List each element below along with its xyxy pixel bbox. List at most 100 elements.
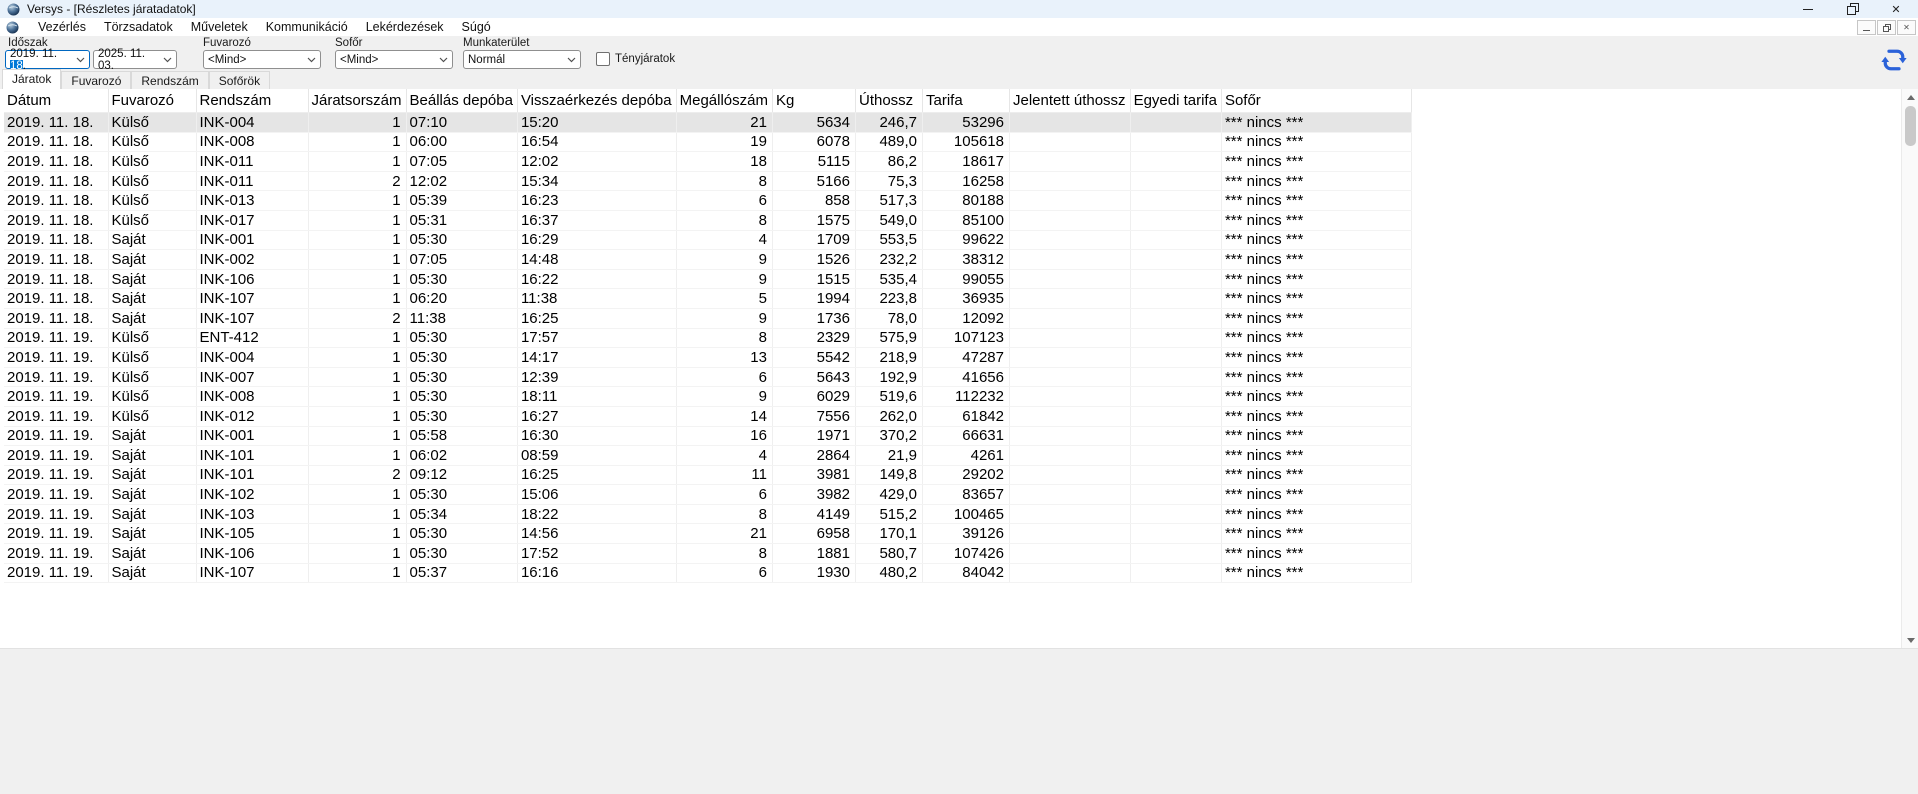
- cell-tarifa: 18617: [922, 152, 1009, 172]
- cell-visszaerkezes-depoba: 16:29: [517, 230, 676, 250]
- column-header-fuvarozo[interactable]: Fuvarozó: [108, 89, 196, 113]
- cell-datum: 2019. 11. 19.: [4, 328, 108, 348]
- table-row[interactable]: 2019. 11. 19.KülsőENT-412105:3017:578232…: [4, 328, 1411, 348]
- tab-0[interactable]: Járatok: [2, 69, 61, 89]
- table-row[interactable]: 2019. 11. 19.SajátINK-107105:3716:166193…: [4, 563, 1411, 583]
- tenyjaratok-checkbox[interactable]: [596, 52, 610, 66]
- cell-kg: 5115: [772, 152, 855, 172]
- restore-button[interactable]: [1830, 0, 1874, 18]
- column-header-rendszam[interactable]: Rendszám: [196, 89, 308, 113]
- menu-item-5[interactable]: Súgó: [453, 19, 500, 35]
- scroll-down-arrow-icon[interactable]: [1902, 632, 1918, 648]
- table-row[interactable]: 2019. 11. 18.SajátINK-001105:3016:294170…: [4, 230, 1411, 250]
- table-row[interactable]: 2019. 11. 18.KülsőINK-011107:0512:021851…: [4, 152, 1411, 172]
- column-header-beallas-depoba[interactable]: Beállás depóba: [406, 89, 517, 113]
- cell-fuvarozo: Saját: [108, 524, 196, 544]
- sofor-combo[interactable]: <Mind>: [335, 50, 453, 69]
- cell-datum: 2019. 11. 19.: [4, 367, 108, 387]
- vertical-scrollbar[interactable]: [1901, 89, 1918, 648]
- chevron-down-icon[interactable]: [307, 57, 316, 63]
- tab-2[interactable]: Rendszám: [131, 71, 208, 89]
- table-row[interactable]: 2019. 11. 18.KülsőINK-008106:0016:541960…: [4, 132, 1411, 152]
- date-from-combo[interactable]: 2019. 11. 18.: [5, 50, 90, 69]
- table-row[interactable]: 2019. 11. 18.KülsőINK-004107:1015:202156…: [4, 113, 1411, 133]
- tab-3[interactable]: Sofőrök: [209, 71, 270, 89]
- cell-datum: 2019. 11. 19.: [4, 426, 108, 446]
- column-header-megalloszam[interactable]: Megállószám: [676, 89, 772, 113]
- cell-visszaerkezes-depoba: 17:57: [517, 328, 676, 348]
- table-row[interactable]: 2019. 11. 19.SajátINK-105105:3014:562169…: [4, 524, 1411, 544]
- cell-tarifa: 107123: [922, 328, 1009, 348]
- table-row[interactable]: 2019. 11. 18.KülsőINK-017105:3116:378157…: [4, 210, 1411, 230]
- table-row[interactable]: 2019. 11. 18.KülsőINK-013105:3916:236858…: [4, 191, 1411, 211]
- cell-kg: 1526: [772, 250, 855, 270]
- cell-fuvarozo: Külső: [108, 367, 196, 387]
- table-row[interactable]: 2019. 11. 19.SajátINK-106105:3017:528188…: [4, 544, 1411, 564]
- table-row[interactable]: 2019. 11. 18.SajátINK-107106:2011:385199…: [4, 289, 1411, 309]
- menu-item-0[interactable]: Vezérlés: [29, 19, 95, 35]
- mdi-restore-button[interactable]: [1877, 20, 1896, 35]
- fuvarozo-combo[interactable]: <Mind>: [203, 50, 321, 69]
- cell-megalloszam: 6: [676, 485, 772, 505]
- column-header-jelentett-uthossz[interactable]: Jelentett úthossz: [1009, 89, 1130, 113]
- cell-rendszam: INK-001: [196, 230, 308, 250]
- column-header-jaratsorszam[interactable]: Járatsorszám: [308, 89, 406, 113]
- tenyjaratok-checkbox-group[interactable]: Tényjáratok: [596, 52, 675, 66]
- mdi-close-button[interactable]: ✕: [1897, 20, 1916, 35]
- cell-jelentett-uthossz: [1009, 250, 1130, 270]
- munkaterulet-combo[interactable]: Normál: [463, 50, 581, 69]
- column-header-visszaerkezes-depoba[interactable]: Visszaérkezés depóba: [517, 89, 676, 113]
- table-row[interactable]: 2019. 11. 18.SajátINK-002107:0514:489152…: [4, 250, 1411, 270]
- table-row[interactable]: 2019. 11. 19.KülsőINK-008105:3018:119602…: [4, 387, 1411, 407]
- cell-jaratsorszam: 1: [308, 348, 406, 368]
- cell-sofor: *** nincs ***: [1221, 544, 1411, 564]
- column-header-uthossz[interactable]: Úthossz: [855, 89, 922, 113]
- mdi-minimize-button[interactable]: [1857, 20, 1876, 35]
- scroll-up-arrow-icon[interactable]: [1902, 89, 1918, 105]
- cell-kg: 5542: [772, 348, 855, 368]
- table-row[interactable]: 2019. 11. 19.KülsőINK-012105:3016:271475…: [4, 406, 1411, 426]
- menu-item-3[interactable]: Kommunikáció: [257, 19, 357, 35]
- cell-egyedi-tarifa: [1130, 387, 1221, 407]
- date-to-combo[interactable]: 2025. 11. 03.: [93, 50, 177, 69]
- table-row[interactable]: 2019. 11. 18.SajátINK-107211:3816:259173…: [4, 308, 1411, 328]
- table-row[interactable]: 2019. 11. 18.SajátINK-106105:3016:229151…: [4, 269, 1411, 289]
- cell-jelentett-uthossz: [1009, 132, 1130, 152]
- table-row[interactable]: 2019. 11. 19.KülsőINK-004105:3014:171355…: [4, 348, 1411, 368]
- chevron-down-icon[interactable]: [439, 57, 448, 63]
- column-header-sofor[interactable]: Sofőr: [1221, 89, 1411, 113]
- table-row[interactable]: 2019. 11. 19.SajátINK-101209:1216:251139…: [4, 465, 1411, 485]
- cell-fuvarozo: Saját: [108, 269, 196, 289]
- cell-beallas-depoba: 05:31: [406, 210, 517, 230]
- cell-beallas-depoba: 05:30: [406, 328, 517, 348]
- cell-uthossz: 78,0: [855, 308, 922, 328]
- cell-tarifa: 83657: [922, 485, 1009, 505]
- table-row[interactable]: 2019. 11. 19.SajátINK-102105:3015:066398…: [4, 485, 1411, 505]
- column-header-tarifa[interactable]: Tarifa: [922, 89, 1009, 113]
- table-row[interactable]: 2019. 11. 19.SajátINK-103105:3418:228414…: [4, 504, 1411, 524]
- minimize-button[interactable]: [1786, 0, 1830, 18]
- cell-egyedi-tarifa: [1130, 485, 1221, 505]
- menu-item-1[interactable]: Törzsadatok: [95, 19, 182, 35]
- app-menu-icon[interactable]: [6, 21, 19, 34]
- app-window: Versys - [Részletes járatadatok] ✕ Vezér…: [0, 0, 1918, 794]
- table-row[interactable]: 2019. 11. 19.KülsőINK-007105:3012:396564…: [4, 367, 1411, 387]
- scrollbar-thumb[interactable]: [1905, 106, 1916, 146]
- cell-megalloszam: 8: [676, 210, 772, 230]
- table-row[interactable]: 2019. 11. 19.SajátINK-001105:5816:301619…: [4, 426, 1411, 446]
- chevron-down-icon[interactable]: [163, 57, 172, 63]
- menu-item-2[interactable]: Műveletek: [182, 19, 257, 35]
- table-row[interactable]: 2019. 11. 18.KülsőINK-011212:0215:348516…: [4, 171, 1411, 191]
- chevron-down-icon[interactable]: [76, 57, 85, 63]
- close-button[interactable]: ✕: [1874, 0, 1918, 18]
- tab-1[interactable]: Fuvarozó: [61, 71, 131, 89]
- table-row[interactable]: 2019. 11. 19.SajátINK-101106:0208:594286…: [4, 446, 1411, 466]
- column-header-egyedi-tarifa[interactable]: Egyedi tarifa: [1130, 89, 1221, 113]
- cell-jelentett-uthossz: [1009, 426, 1130, 446]
- tenyjaratok-label: Tényjáratok: [615, 53, 675, 65]
- column-header-datum[interactable]: Dátum: [4, 89, 108, 113]
- cell-uthossz: 429,0: [855, 485, 922, 505]
- column-header-kg[interactable]: Kg: [772, 89, 855, 113]
- menu-item-4[interactable]: Lekérdezések: [357, 19, 453, 35]
- chevron-down-icon[interactable]: [567, 57, 576, 63]
